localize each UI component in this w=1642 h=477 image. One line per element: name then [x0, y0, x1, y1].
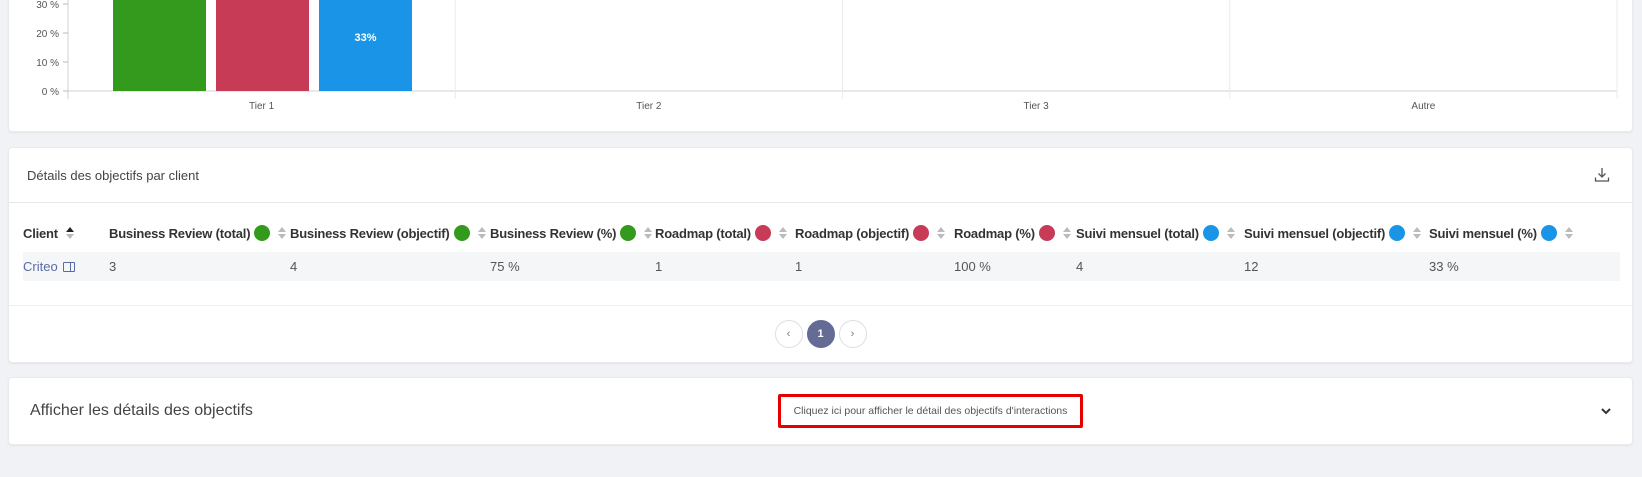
column-header[interactable]: Suivi mensuel (objectif) — [1244, 214, 1429, 252]
column-header-inner: Roadmap (objectif) — [795, 225, 946, 241]
legend-dot-icon — [254, 225, 271, 241]
legend-dot-icon — [453, 225, 470, 241]
column-header-label: Business Review (total) — [109, 225, 251, 241]
column-header[interactable]: Roadmap (%) — [954, 214, 1076, 252]
column-header-label: Suivi mensuel (%) — [1429, 225, 1537, 241]
client-name: Criteo — [23, 259, 58, 274]
column-header-label: Roadmap (%) — [954, 225, 1035, 241]
sort-icon[interactable] — [278, 227, 287, 239]
column-header[interactable]: Business Review (total) — [109, 214, 290, 252]
objectives-table-wrapper: Client Business Review (total) Business Re… — [23, 214, 1620, 281]
chart-card: 0 % 10 % 20 % 30 % Tier 1 Tier 2 Tier 3 Autre 33… — [8, 0, 1633, 132]
sort-icon[interactable] — [1413, 227, 1422, 239]
column-header-label: Client — [23, 225, 58, 241]
x-tick-label: Tier 3 — [1024, 101, 1050, 112]
sort-icon[interactable] — [477, 227, 486, 239]
sort-icon[interactable] — [937, 227, 946, 239]
column-header[interactable]: Business Review (%) — [490, 214, 655, 252]
legend-dot-icon — [754, 225, 771, 241]
bar-data-label: 33% — [354, 32, 376, 44]
legend-dot-icon — [620, 225, 637, 241]
table-cell: 4 — [1076, 259, 1084, 274]
column-header-inner: Client — [23, 226, 74, 241]
objectives-details-card[interactable]: Afficher les détails des objectifs Cliqu… — [8, 377, 1633, 445]
bar — [216, 0, 309, 91]
chevron-down-icon[interactable] — [1600, 404, 1612, 422]
legend-dot-icon — [1038, 225, 1055, 241]
column-header-inner: Roadmap (%) — [954, 225, 1071, 241]
column-header[interactable]: Client — [23, 214, 109, 252]
table-row: Criteo 3 4 75 % 1 1 100 % 4 12 33 % — [23, 252, 1620, 281]
table-cell: 12 — [1244, 259, 1259, 274]
bar — [319, 0, 412, 91]
column-header[interactable]: Roadmap (objectif) — [795, 214, 954, 252]
column-header[interactable]: Business Review (objectif) — [290, 214, 490, 252]
table-body: Criteo 3 4 75 % 1 1 100 % 4 12 33 % — [23, 252, 1620, 281]
sort-icon[interactable] — [1062, 227, 1071, 239]
column-header-inner: Suivi mensuel (objectif) — [1244, 225, 1422, 241]
sort-icon[interactable] — [644, 227, 653, 239]
card-title: Détails des objectifs par client — [27, 167, 199, 183]
y-tick-label: 20 % — [36, 29, 59, 40]
column-header-inner: Business Review (objectif) — [290, 225, 486, 241]
table-cell: 1 — [655, 259, 663, 274]
sort-icon[interactable] — [778, 227, 787, 239]
column-header[interactable]: Suivi mensuel (total) — [1076, 214, 1244, 252]
table-cell: 1 — [795, 259, 803, 274]
x-tick-label: Tier 2 — [636, 101, 662, 112]
column-header-label: Suivi mensuel (total) — [1076, 225, 1199, 241]
column-header-inner: Business Review (total) — [109, 225, 287, 241]
column-header-label: Roadmap (total) — [655, 225, 751, 241]
column-header-label: Business Review (%) — [490, 225, 617, 241]
column-header-label: Suivi mensuel (objectif) — [1244, 225, 1386, 241]
column-header[interactable]: Suivi mensuel (%) — [1429, 214, 1620, 252]
y-tick-label: 30 % — [36, 0, 59, 11]
legend-dot-icon — [1540, 225, 1557, 241]
column-header-inner: Suivi mensuel (total) — [1076, 225, 1235, 241]
column-header-label: Roadmap (objectif) — [795, 225, 910, 241]
sort-icon[interactable] — [1226, 227, 1235, 239]
table-header-row: Client Business Review (total) Business Re… — [23, 214, 1620, 252]
download-icon[interactable] — [1590, 163, 1614, 187]
side-panel-icon[interactable] — [62, 261, 75, 272]
column-header[interactable]: Roadmap (total) — [655, 214, 795, 252]
legend-dot-icon — [913, 225, 930, 241]
objectives-bar-chart: 0 % 10 % 20 % 30 % Tier 1 Tier 2 Tier 3 Autre 33… — [36, 0, 1618, 112]
objectives-table-card: Détails des objectifs par client Client B… — [8, 147, 1633, 363]
table-cell: 75 % — [490, 259, 520, 274]
table-cell: 4 — [290, 259, 298, 274]
objectives-table: Client Business Review (total) Business Re… — [23, 214, 1620, 281]
table-cell: 100 % — [954, 259, 991, 274]
y-tick-label: 0 % — [42, 87, 59, 98]
column-header-inner: Roadmap (total) — [655, 225, 787, 241]
pagination: ‹ 1 › — [9, 320, 1632, 348]
column-header-label: Business Review (objectif) — [290, 225, 450, 241]
details-title: Afficher les détails des objectifs — [30, 402, 253, 419]
column-header-inner: Suivi mensuel (%) — [1429, 225, 1573, 241]
y-tick-label: 10 % — [36, 58, 59, 69]
pagination-next-button[interactable]: › — [838, 320, 867, 348]
bar — [113, 0, 206, 91]
table-cell: 3 — [109, 259, 117, 274]
x-tick-label: Tier 1 — [249, 101, 275, 112]
card-header: Détails des objectifs par client — [9, 148, 1632, 203]
pagination-page-button[interactable]: 1 — [806, 320, 835, 348]
sort-icon[interactable] — [1564, 227, 1573, 239]
divider — [9, 305, 1632, 306]
pagination-prev-button[interactable]: ‹ — [774, 320, 803, 348]
client-link[interactable]: Criteo — [23, 259, 75, 274]
legend-dot-icon — [1389, 225, 1406, 241]
x-tick-label: Autre — [1411, 101, 1435, 112]
details-hint-link[interactable]: Cliquez ici pour afficher le détail des … — [778, 394, 1083, 428]
table-cell: 33 % — [1429, 259, 1459, 274]
column-header-inner: Business Review (%) — [490, 225, 653, 241]
sort-icon[interactable] — [65, 227, 74, 239]
table-cell: Criteo — [23, 252, 109, 281]
legend-dot-icon — [1202, 225, 1219, 241]
